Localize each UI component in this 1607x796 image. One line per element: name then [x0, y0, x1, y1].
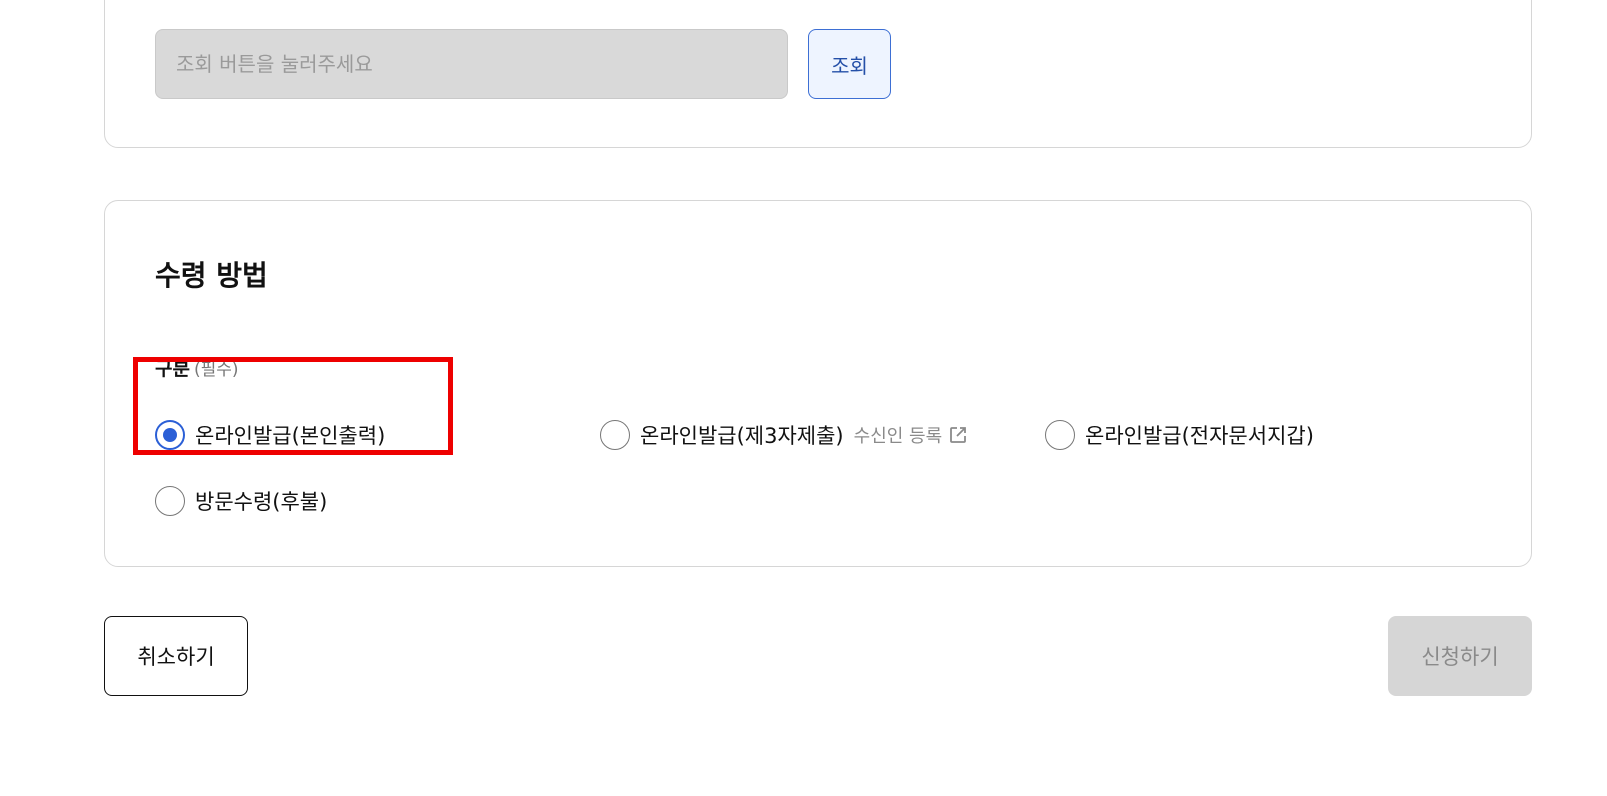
recipient-register-label: 수신인 등록	[853, 426, 943, 447]
radio-option-e-wallet[interactable]: 온라인발급(전자문서지갑)	[1045, 420, 1314, 450]
radio-label: 온라인발급(제3자제출)	[640, 424, 844, 448]
radio-label: 온라인발급(본인출력)	[195, 424, 386, 448]
lookup-input[interactable]	[155, 29, 788, 99]
lookup-button[interactable]: 조회	[808, 29, 891, 99]
radio-option-visit[interactable]: 방문수령(후불)	[155, 486, 327, 516]
recipient-register-link[interactable]: 수신인 등록	[854, 422, 969, 448]
radio-button-checked[interactable]	[155, 420, 185, 450]
radio-label: 방문수령(후불)	[195, 490, 328, 514]
required-label: (필수)	[193, 360, 239, 380]
radio-option-third-party[interactable]: 온라인발급(제3자제출) 수신인 등록	[600, 420, 968, 450]
cancel-button[interactable]: 취소하기	[104, 616, 248, 696]
page: 조회 수령 방법 구분(필수) 온라인발급(본인출력) 온라인발급(제3자제출)…	[0, 0, 1607, 796]
radio-button[interactable]	[600, 420, 630, 450]
external-link-icon	[950, 427, 967, 443]
radio-button[interactable]	[155, 486, 185, 516]
radio-label: 온라인발급(전자문서지갑)	[1085, 424, 1314, 448]
section-title: 수령 방법	[155, 259, 268, 292]
radio-option-self-print[interactable]: 온라인발급(본인출력)	[155, 420, 385, 450]
field-label: 구분 (필수)	[155, 354, 239, 381]
apply-button[interactable]: 신청하기	[1388, 616, 1532, 696]
radio-button[interactable]	[1045, 420, 1075, 450]
field-label-text: 구분	[155, 358, 190, 380]
